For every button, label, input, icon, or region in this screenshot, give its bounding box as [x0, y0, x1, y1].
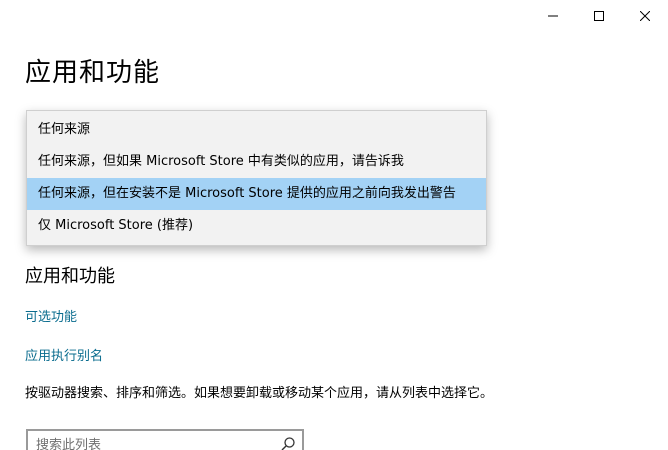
page-title: 应用和功能	[25, 58, 161, 88]
section-description: 按驱动器搜索、排序和筛选。如果想要卸载或移动某个应用，请从列表中选择它。	[25, 386, 494, 401]
maximize-button[interactable]	[576, 0, 622, 32]
dropdown-option-any-source-warn[interactable]: 任何来源，但在安装不是 Microsoft Store 提供的应用之前向我发出警…	[27, 178, 486, 210]
app-source-dropdown-list[interactable]: 任何来源 任何来源，但如果 Microsoft Store 中有类似的应用，请告…	[26, 110, 487, 246]
minimize-icon	[548, 15, 558, 17]
dropdown-option-any-source[interactable]: 任何来源	[27, 114, 486, 146]
search-icon[interactable]	[280, 436, 296, 450]
window-controls	[530, 0, 668, 32]
search-box[interactable]	[26, 429, 304, 450]
dropdown-option-any-source-notify[interactable]: 任何来源，但如果 Microsoft Store 中有类似的应用，请告诉我	[27, 146, 486, 178]
dropdown-option-store-only[interactable]: 仅 Microsoft Store (推荐)	[27, 210, 486, 242]
optional-features-link[interactable]: 可选功能	[25, 306, 77, 325]
search-input[interactable]	[36, 435, 266, 450]
maximize-icon	[594, 11, 604, 21]
settings-window: 应用和功能 任何来源 任何来源，但如果 Microsoft Store 中有类似…	[0, 0, 668, 450]
close-button[interactable]	[622, 0, 668, 32]
section-title: 应用和功能	[25, 266, 115, 287]
app-execution-aliases-link[interactable]: 应用执行别名	[25, 345, 103, 364]
minimize-button[interactable]	[530, 0, 576, 32]
close-icon	[640, 11, 650, 21]
